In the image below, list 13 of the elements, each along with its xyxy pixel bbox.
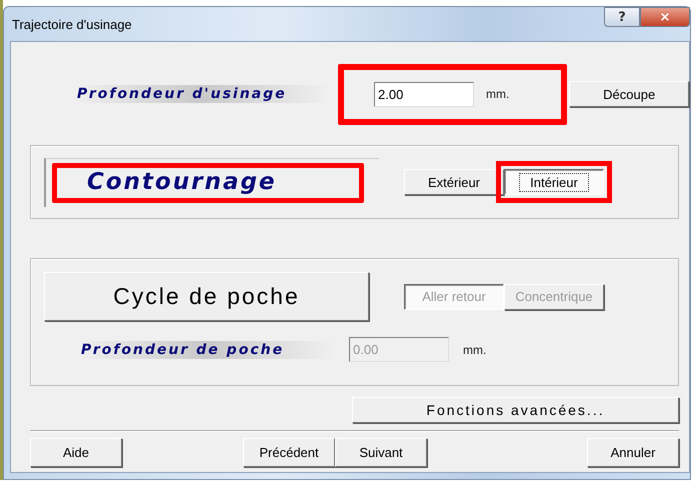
cut-button[interactable]: Découpe — [569, 81, 689, 107]
window-title: Trajectoire d'usinage — [12, 17, 132, 32]
contour-label: Contournage — [52, 162, 364, 202]
help-button[interactable]: ? — [604, 7, 640, 27]
depth-field[interactable]: 2.00 — [374, 82, 474, 106]
unit-label: mm. — [463, 342, 486, 356]
unit-label: mm. — [486, 87, 510, 101]
advanced-functions-button[interactable]: Fonctions avancées... — [352, 397, 679, 423]
footer-button[interactable]: Annuler — [587, 438, 679, 467]
footer-button[interactable]: Précédent — [243, 438, 335, 467]
footer-button[interactable]: Suivant — [335, 438, 427, 467]
footer-button[interactable]: Aide — [30, 438, 122, 467]
option-button[interactable]: Extérieur — [404, 169, 504, 195]
